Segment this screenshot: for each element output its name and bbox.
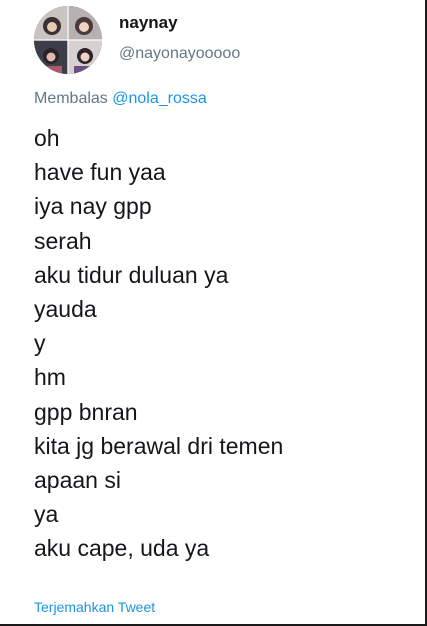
tweet-line: ya (34, 501, 59, 528)
reply-mention-link[interactable]: @nola_rossa (112, 90, 207, 107)
tweet-line: y (34, 330, 46, 357)
translate-tweet-link[interactable]: Terjemahkan Tweet (34, 598, 155, 616)
tweet-header: naynay @nayonayooooo (34, 6, 240, 76)
tweet-line: yauda (34, 296, 97, 323)
tweet-line: oh (34, 125, 60, 151)
author-names: naynay @nayonayooooo (119, 12, 240, 64)
avatar[interactable] (34, 6, 102, 74)
tweet-line: aku cape, uda ya (34, 535, 210, 562)
tweet-line: gpp bnran (34, 398, 138, 425)
tweet-text: oh have fun yaa iya nay gpp serah aku ti… (34, 121, 283, 566)
display-name[interactable]: naynay (119, 12, 240, 34)
tweet-line: aku tidur duluan ya (34, 261, 229, 288)
tweet-line: have fun yaa (34, 159, 166, 186)
replying-to-prefix: Membalas (34, 90, 113, 107)
tweet-line: kita jg berawal dri temen (34, 432, 284, 459)
tweet-line: iya nay gpp (34, 193, 152, 220)
tweet-card: naynay @nayonayooooo Membalas @nola_ross… (0, 0, 427, 626)
replying-to: Membalas @nola_rossa (34, 88, 207, 110)
user-handle[interactable]: @nayonayooooo (119, 44, 240, 64)
tweet-line: hm (34, 364, 66, 391)
profile-photo-icon (34, 6, 102, 74)
tweet-line: serah (34, 227, 92, 254)
tweet-line: apaan si (34, 467, 121, 494)
